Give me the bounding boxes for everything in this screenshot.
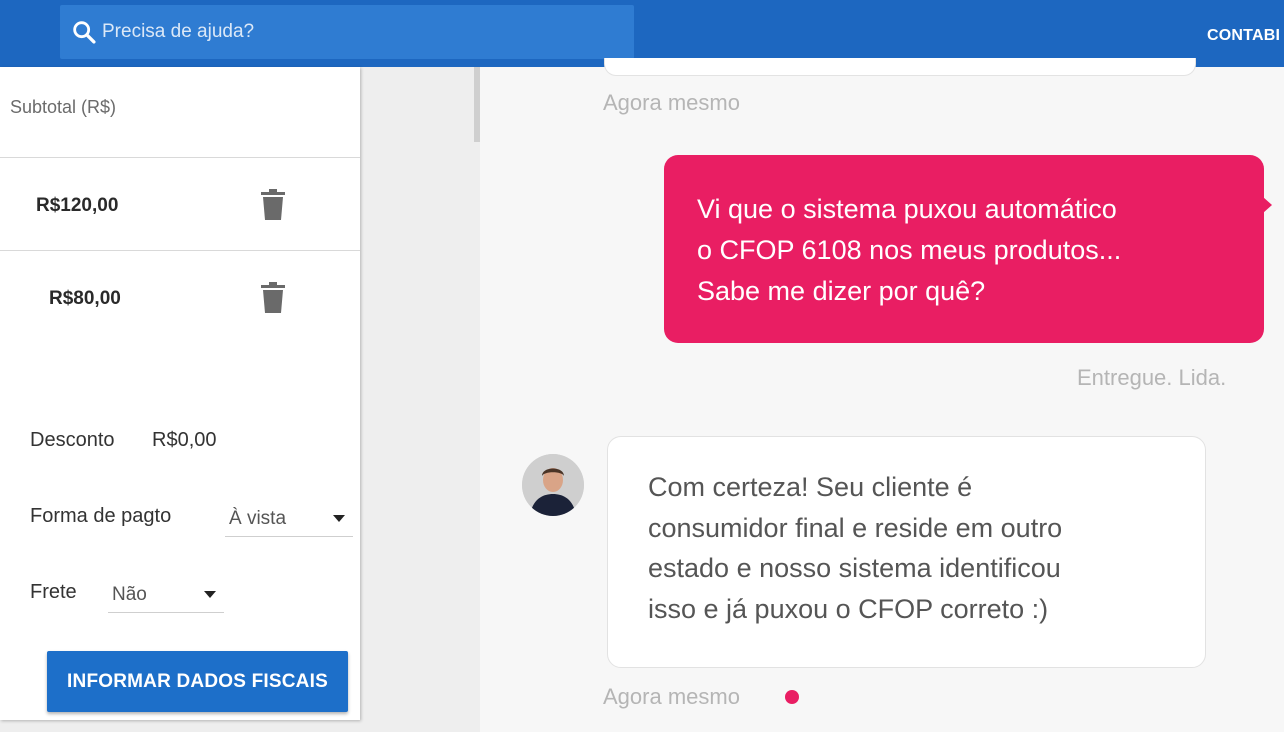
previous-message-bubble <box>604 58 1196 76</box>
trash-icon[interactable] <box>260 282 286 314</box>
agent-avatar-icon <box>522 454 584 516</box>
divider <box>0 250 360 251</box>
discount-value: R$0,00 <box>152 429 217 451</box>
previous-message-time: Agora mesmo <box>603 90 740 115</box>
trash-icon[interactable] <box>260 189 286 221</box>
unread-dot <box>785 690 799 704</box>
search-input[interactable] <box>102 21 602 43</box>
cart-panel: Subtotal (R$) R$120,00 R$80,00 Desconto … <box>0 67 360 720</box>
payment-select[interactable]: À vista <box>225 507 353 537</box>
incoming-message-line: isso e já puxou o CFOP correto :) <box>648 593 1049 624</box>
incoming-message-line: estado e nosso sistema identificou <box>648 553 1061 583</box>
outgoing-message-line: Sabe me dizer por quê? <box>697 276 986 306</box>
avatar <box>522 454 584 516</box>
incoming-message-line: Com certeza! Seu cliente é <box>648 472 973 502</box>
incoming-message: Com certeza! Seu cliente é consumidor fi… <box>607 436 1206 668</box>
shipping-select[interactable]: Não <box>108 583 224 613</box>
shipping-select-value: Não <box>112 583 147 605</box>
outgoing-message-line: o CFOP 6108 nos meus produtos... <box>697 235 1122 265</box>
bubble-tail <box>1263 197 1272 213</box>
outgoing-message: Vi que o sistema puxou automático o CFOP… <box>664 155 1272 343</box>
payment-select-value: À vista <box>229 507 287 529</box>
discount-label: Desconto <box>30 429 115 451</box>
chevron-down-icon <box>204 591 216 598</box>
chevron-down-icon <box>333 515 345 522</box>
delivery-status: Entregue. Lida. <box>1077 365 1227 390</box>
search-icon <box>73 21 96 44</box>
divider <box>0 157 360 158</box>
nav-link-contabi[interactable]: CONTABI <box>1207 27 1280 45</box>
item-price: R$120,00 <box>36 195 119 216</box>
item-price: R$80,00 <box>49 288 121 309</box>
top-bar: CONTABI <box>0 0 1284 67</box>
incoming-message-time: Agora mesmo <box>603 684 740 709</box>
fiscal-data-button[interactable]: INFORMAR DADOS FISCAIS <box>47 651 348 712</box>
incoming-message-line: consumidor final e reside em outro <box>648 512 1063 543</box>
subtotal-header: Subtotal (R$) <box>10 97 117 117</box>
outgoing-message-line: Vi que o sistema puxou automático <box>697 194 1117 224</box>
shipping-label: Frete <box>30 581 77 603</box>
help-search[interactable] <box>60 5 634 59</box>
payment-label: Forma de pagto <box>30 505 172 527</box>
